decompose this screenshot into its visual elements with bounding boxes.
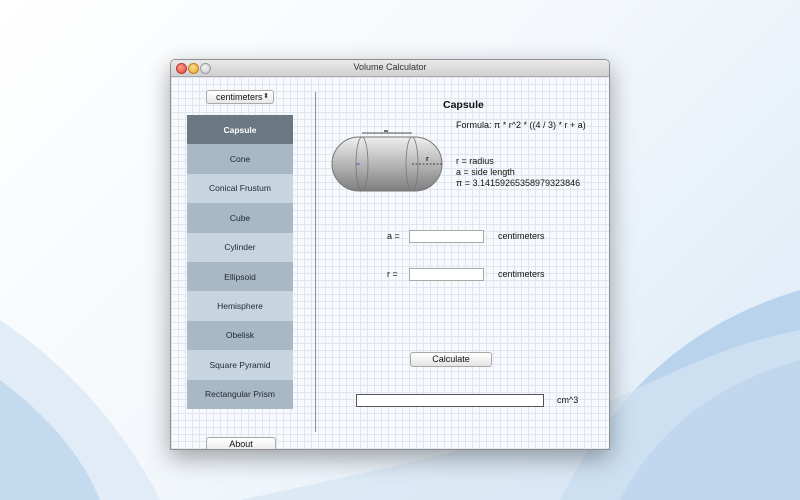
a-unit-label: centimeters: [498, 231, 545, 241]
shape-item-conical-frustum[interactable]: Conical Frustum: [187, 173, 293, 204]
shape-item-cube[interactable]: Cube: [187, 203, 293, 233]
shape-item-cone[interactable]: Cone: [187, 144, 293, 174]
shape-item-cylinder[interactable]: Cylinder: [187, 232, 293, 262]
window-title: Volume Calculator: [353, 62, 427, 72]
a-input[interactable]: [409, 230, 484, 243]
formula-text: Formula: π * r^2 * ((4 / 3) * r + a): [456, 120, 586, 130]
capsule-diagram: a r: [331, 130, 443, 192]
result-unit-label: cm^3: [557, 395, 579, 405]
shape-list: Capsule Cone Conical Frustum Cube Cylind…: [187, 115, 293, 409]
shape-item-capsule[interactable]: Capsule: [187, 115, 293, 145]
result-output: [356, 394, 544, 407]
window-content: centimeters ⬍ Capsule Cone Conical Frust…: [171, 77, 609, 449]
shape-item-rectangular-prism[interactable]: Rectangular Prism: [187, 379, 293, 409]
shape-item-square-pyramid[interactable]: Square Pyramid: [187, 350, 293, 380]
panel-divider: [315, 92, 316, 432]
calculate-button[interactable]: Calculate: [410, 352, 492, 367]
r-field-label: r =: [387, 269, 398, 279]
legend-radius: r = radius: [456, 156, 494, 166]
legend-side-length: a = side length: [456, 167, 515, 177]
shape-item-hemisphere[interactable]: Hemisphere: [187, 291, 293, 321]
title-bar: Volume Calculator: [171, 60, 609, 77]
diagram-label-a: a: [384, 130, 388, 134]
about-button[interactable]: About: [206, 437, 276, 449]
legend-pi: π = 3.14159265358979323846: [456, 178, 581, 188]
r-unit-label: centimeters: [498, 269, 545, 279]
a-field-label: a =: [387, 231, 400, 241]
variable-legend: r = radius a = side length π = 3.1415926…: [456, 156, 580, 189]
select-arrows-icon: ⬍: [263, 93, 269, 100]
app-window: Volume Calculator centimeters ⬍ Capsule …: [170, 59, 610, 450]
r-input[interactable]: [409, 268, 484, 281]
shape-item-obelisk[interactable]: Obelisk: [187, 320, 293, 351]
shape-item-ellipsoid[interactable]: Ellipsoid: [187, 261, 293, 292]
unit-select-value: centimeters: [216, 92, 263, 102]
shape-title: Capsule: [443, 99, 484, 111]
diagram-label-r: r: [426, 156, 429, 163]
unit-select[interactable]: centimeters ⬍: [206, 90, 274, 104]
